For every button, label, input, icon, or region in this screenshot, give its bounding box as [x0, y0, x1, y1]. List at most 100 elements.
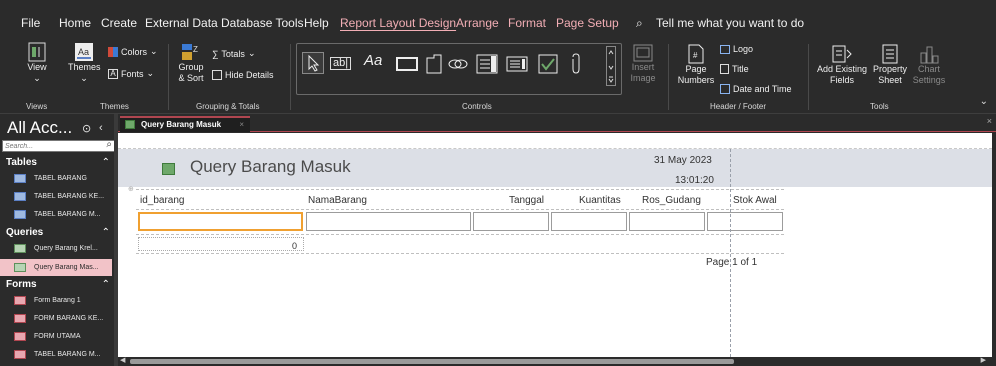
menu-database-tools[interactable]: Database Tools — [221, 16, 304, 30]
hide-details-button[interactable]: Hide Details — [212, 70, 274, 80]
chart-settings-button: Chart Settings — [910, 44, 948, 86]
gallery-scroll-icon[interactable] — [606, 46, 616, 86]
group-label-themes: Themes — [100, 102, 129, 111]
table-icon — [14, 174, 26, 183]
nav-item-query-barang-krel[interactable]: Query Barang Krel... — [0, 240, 112, 257]
nav-item-tabel-barang-m[interactable]: TABEL BARANG M... — [0, 206, 112, 223]
themes-button[interactable]: Aa Themes ⌄ — [68, 42, 101, 84]
menu-home[interactable]: Home — [59, 16, 91, 30]
column-header-namabarang[interactable]: NamaBarang — [308, 195, 367, 206]
field-kuantitas[interactable] — [551, 212, 627, 231]
nav-item-tabel-barang-m-form[interactable]: TABEL BARANG M... — [0, 346, 112, 363]
nav-item-form-utama[interactable]: FORM UTAMA — [0, 328, 112, 345]
menu-external-data[interactable]: External Data — [145, 16, 218, 30]
menu-page-setup[interactable]: Page Setup — [556, 16, 619, 30]
collapse-ribbon-icon[interactable]: ⌄ — [980, 96, 988, 107]
nav-item-tabel-barang[interactable]: TABEL BARANG — [0, 170, 112, 187]
menu-bar: File Home Create External Data Database … — [0, 0, 996, 38]
layout-move-handle-icon[interactable]: ⊕ — [128, 185, 134, 193]
title-button[interactable]: Title — [720, 64, 749, 74]
field-stok-awal[interactable] — [707, 212, 783, 231]
report-date[interactable]: 31 May 2023 — [654, 155, 712, 166]
nav-section-forms[interactable]: Forms ⌃ — [6, 279, 116, 290]
ribbon: View ⌄ Views Aa Themes ⌄ Colors ⌄ A Fonts… — [0, 38, 996, 114]
menu-arrange[interactable]: Arrange — [456, 16, 499, 30]
tab-control-icon[interactable] — [426, 54, 442, 74]
nav-item-tabel-barang-ke[interactable]: TABEL BARANG KE... — [0, 188, 112, 205]
chevron-up-icon: ⌃ — [101, 279, 110, 290]
page-numbers-button[interactable]: # Page Numbers — [676, 44, 716, 86]
select-pointer-icon[interactable] — [302, 52, 324, 74]
nav-item-label: TABEL BARANG M... — [34, 351, 101, 358]
date-time-button[interactable]: Date and Time — [720, 84, 792, 94]
tab-query-barang-masuk[interactable]: Query Barang Masuk × — [120, 116, 250, 132]
page-number-text[interactable]: Page 1 of 1 — [706, 257, 757, 268]
vertical-scrollbar[interactable] — [992, 133, 996, 357]
totals-button[interactable]: ∑ Totals ⌄ — [212, 48, 255, 59]
nav-collapse-icon[interactable]: ‹ — [99, 122, 103, 134]
nav-item-form-barang-ke[interactable]: FORM BARANG KE... — [0, 310, 112, 327]
search-icon[interactable]: ⌕ — [106, 139, 112, 150]
column-header-kuantitas[interactable]: Kuantitas — [579, 195, 621, 206]
field-ros-gudang[interactable] — [629, 212, 705, 231]
checkbox-control-icon[interactable] — [538, 54, 558, 74]
nav-search-box[interactable]: ⌕ — [2, 139, 115, 152]
form-icon — [14, 314, 26, 323]
column-header-ros-gudang[interactable]: Ros_Gudang — [642, 195, 701, 206]
button-control-icon[interactable] — [396, 57, 418, 71]
logo-button[interactable]: Logo — [720, 44, 753, 54]
field-namabarang[interactable] — [306, 212, 471, 231]
menu-report-layout-design[interactable]: Report Layout Design — [340, 16, 456, 30]
menu-file[interactable]: File — [21, 16, 40, 30]
view-button[interactable]: View ⌄ — [24, 42, 50, 84]
field-id-barang[interactable] — [138, 212, 303, 231]
nav-item-label: TABEL BARANG — [34, 175, 87, 182]
menu-format[interactable]: Format — [508, 16, 546, 30]
nav-item-query-barang-mas[interactable]: Query Barang Mas... — [0, 259, 112, 276]
close-tab-icon[interactable]: × — [239, 118, 244, 131]
combo-box-control-icon[interactable] — [476, 54, 498, 74]
report-layout-canvas: Query Barang Masuk 31 May 2023 13:01:20 … — [118, 133, 992, 357]
scroll-right-icon[interactable]: ▶ — [981, 356, 986, 364]
hide-details-icon — [212, 70, 222, 80]
nav-section-tables[interactable]: Tables ⌃ — [6, 157, 116, 168]
column-header-id-barang[interactable]: id_barang — [140, 195, 184, 206]
scrollbar-thumb[interactable] — [130, 359, 734, 364]
close-document-icon[interactable]: × — [987, 116, 992, 126]
nav-section-queries[interactable]: Queries ⌃ — [6, 227, 116, 238]
column-header-stok-awal[interactable]: Stok Awal — [733, 195, 777, 206]
hyperlink-control-icon[interactable] — [448, 55, 468, 73]
tell-me-box[interactable]: Tell me what you want to do — [656, 16, 804, 30]
nav-section-label: Queries — [6, 227, 44, 238]
navigation-pane: All Acc... ⊙ ‹ ⌕ Tables ⌃ TABEL BARANG T… — [0, 114, 118, 366]
report-time[interactable]: 13:01:20 — [675, 175, 714, 186]
nav-options-icon[interactable]: ⊙ — [82, 122, 91, 135]
ribbon-separator — [168, 44, 169, 110]
textbox-control-icon[interactable]: ab| — [330, 57, 352, 70]
nav-search-input[interactable] — [5, 141, 101, 151]
property-sheet-button[interactable]: Property Sheet — [870, 44, 910, 86]
colors-button[interactable]: Colors ⌄ — [108, 46, 158, 57]
label-control-icon[interactable]: Aa — [364, 53, 382, 68]
sum-textbox[interactable] — [138, 237, 304, 251]
nav-pane-title[interactable]: All Acc... — [7, 118, 72, 138]
menu-help[interactable]: Help — [304, 16, 329, 30]
horizontal-scrollbar[interactable]: ◀ ▶ — [118, 357, 996, 366]
nav-item-label: TABEL BARANG M... — [34, 211, 101, 218]
group-sort-button[interactable]: Z Group & Sort — [176, 42, 206, 84]
calendar-icon — [720, 84, 730, 94]
form-icon — [14, 332, 26, 341]
report-title[interactable]: Query Barang Masuk — [190, 157, 351, 177]
fonts-button[interactable]: A Fonts ⌄ — [108, 68, 154, 79]
attachment-control-icon[interactable] — [570, 53, 582, 75]
nav-item-form-barang-1[interactable]: Form Barang 1 — [0, 292, 112, 309]
list-box-control-icon[interactable] — [506, 56, 528, 72]
add-existing-fields-button[interactable]: Add Existing Fields — [814, 44, 870, 86]
search-icon[interactable]: ⌕ — [636, 16, 643, 31]
column-header-tanggal[interactable]: Tanggal — [509, 195, 544, 206]
menu-create[interactable]: Create — [101, 16, 137, 30]
scroll-left-icon[interactable]: ◀ — [120, 356, 125, 364]
svg-text:#: # — [693, 51, 698, 60]
report-logo-icon[interactable] — [162, 163, 175, 175]
field-tanggal[interactable] — [473, 212, 549, 231]
